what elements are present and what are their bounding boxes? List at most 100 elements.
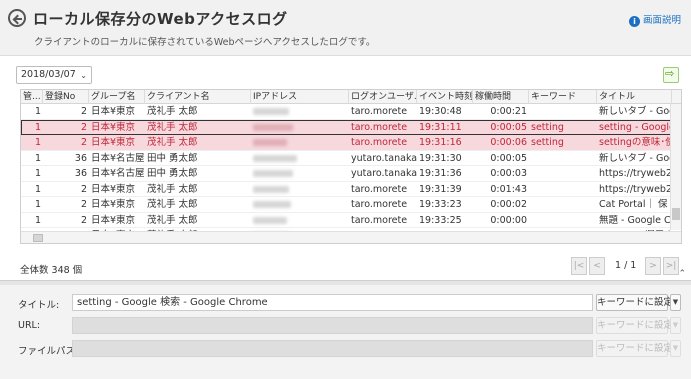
info-icon: i <box>628 16 640 27</box>
column-header[interactable]: 登録No <box>43 90 89 104</box>
table-cell-uptime: 0:01:43 <box>490 183 527 195</box>
table-cell-keyword: setting <box>531 121 564 133</box>
table-cell-user: taro.morete <box>351 137 408 148</box>
table-cell-time: 19:31:16 <box>419 137 462 148</box>
table-cell-kan: 1 <box>34 214 41 226</box>
table-header: 管... 登録No グループ名 クライアント名 IPアドレス ログオンユーザ..… <box>21 90 681 104</box>
blurred-ip <box>253 139 287 146</box>
table-cell-client: 田中 勇太郎 <box>147 168 198 179</box>
table-cell-uptime: 0:00:05 <box>490 152 527 164</box>
table-row[interactable]: 1 36 日本¥名古屋 田中 勇太郎 yutaro.tanaka 19:31:30 0:00… <box>21 151 681 166</box>
scrollbar-thumb[interactable] <box>33 234 43 242</box>
filepath-label: ファイルパス: <box>18 346 79 357</box>
column-header[interactable]: 管... <box>21 90 43 104</box>
url-field[interactable] <box>72 317 593 334</box>
table-cell-title: setting - Google <box>599 121 672 133</box>
table-row[interactable]: 1 2 日本¥東京 茂礼手 太郎 taro.morete 19:31:16 0:00:06 s… <box>21 135 681 151</box>
chevron-down-icon[interactable]: ▼ <box>670 294 681 311</box>
ip-address-masked <box>251 120 349 135</box>
first-page-icon[interactable]: |< <box>571 257 587 275</box>
table-cell-uptime: 0:00:02 <box>490 199 527 210</box>
table-cell-kan: 1 <box>34 183 41 195</box>
blurred-ip <box>253 108 289 115</box>
column-header[interactable]: イベント時刻 <box>417 90 473 104</box>
table-cell-title: settingの意味･使 <box>599 137 672 148</box>
title-label: タイトル: <box>18 300 60 311</box>
table-cell-uptime: 0:00:21 <box>490 106 527 117</box>
table-row[interactable]: 1 2 日本¥東京 茂礼手 太郎 taro.morete 19:31:39 0:01:43 h… <box>21 182 681 197</box>
table-cell-client: 茂礼手 太郎 <box>147 214 198 226</box>
chevron-down-icon: ⌄ <box>80 71 87 80</box>
column-header[interactable]: タイトル <box>597 90 672 104</box>
page-title: ローカル保存分のWebアクセスログ <box>33 10 288 28</box>
prev-page-icon[interactable]: < <box>589 257 605 275</box>
column-header[interactable]: ログオンユーザ... <box>349 90 417 104</box>
blurred-ip <box>253 123 293 131</box>
page-subtitle: クライアントのローカルに保存されているWebページへアクセスしたログです。 <box>34 37 376 48</box>
column-header[interactable]: キーワード <box>529 90 597 104</box>
table-cell-user: taro.morete <box>351 199 408 210</box>
back-arrow-icon[interactable] <box>8 9 26 27</box>
ip-address-masked <box>251 151 349 166</box>
table-cell-group: 日本¥東京 <box>91 121 136 133</box>
last-page-icon[interactable]: >| <box>663 257 679 275</box>
scrollbar-thumb[interactable] <box>672 208 680 220</box>
help-link[interactable]: i 画面説明 <box>628 12 681 27</box>
table-cell-group: 日本¥東京 <box>91 214 136 226</box>
table-cell-kan: 1 <box>34 168 41 179</box>
table-row[interactable]: 1 2 日本¥東京 茂礼手 太郎 taro.morete 19:33:23 0:00:02 C… <box>21 197 681 213</box>
page-info: 1 / 1 <box>615 260 637 271</box>
table-cell-client: 茂礼手 太郎 <box>147 121 198 133</box>
export-icon[interactable] <box>663 67 679 83</box>
table-cell-uptime: 0:00:05 <box>490 121 527 133</box>
url-label: URL: <box>18 320 41 331</box>
next-page-icon[interactable]: > <box>645 257 661 275</box>
ip-address-masked <box>251 135 349 150</box>
table-cell-user: taro.morete <box>351 106 408 117</box>
table-cell-title: Cat Portal｜ 保 <box>599 199 668 210</box>
set-keyword-button[interactable]: キーワードに設定 <box>596 294 673 311</box>
table-cell-uptime: 0:00:03 <box>490 168 527 179</box>
table-cell-kan: 1 <box>34 106 41 117</box>
table-cell-client: 田中 勇太郎 <box>147 152 198 164</box>
blurred-ip <box>253 185 289 193</box>
ip-address-masked <box>251 104 349 119</box>
table-cell-user: taro.morete <box>351 121 408 133</box>
help-label: 画面説明 <box>642 15 681 26</box>
table-cell-group: 日本¥東京 <box>91 183 136 195</box>
table-cell-no: 2 <box>80 199 87 210</box>
detail-pane: タイトル: setting - Google 検索 - Google Chrom… <box>0 285 691 379</box>
table-cell-client: 茂礼手 太郎 <box>147 199 198 210</box>
column-header[interactable]: IPアドレス <box>251 90 349 104</box>
table-cell-user: yutaro.tanaka <box>351 152 417 164</box>
table-cell-group: 日本¥名古屋 <box>91 168 145 179</box>
column-header[interactable]: グループ名 <box>89 90 145 104</box>
table-row[interactable]: 1 36 日本¥名古屋 田中 勇太郎 yutaro.tanaka 19:31:36 0:00… <box>21 166 681 182</box>
table-cell-time: 19:33:25 <box>419 214 462 226</box>
vertical-scrollbar[interactable] <box>670 104 681 230</box>
column-header[interactable]: クライアント名 <box>145 90 251 104</box>
table-cell-title: 無題 - Google Cl <box>599 214 672 226</box>
chevron-down-icon[interactable]: ▼ <box>670 317 681 334</box>
horizontal-scrollbar[interactable] <box>21 231 681 243</box>
table-row[interactable]: 1 2 日本¥東京 茂礼手 太郎 taro.morete 19:33:25 0:00:00 無… <box>21 213 681 228</box>
log-panel: 2018/03/07 ⌄ 管... 登録No グループ名 クライアント名 IPア… <box>0 56 691 280</box>
table-cell-keyword <box>529 166 597 181</box>
chevron-up-icon[interactable]: ⌃ <box>678 269 686 279</box>
table-row[interactable]: 1 2 日本¥東京 茂礼手 太郎 taro.morete 19:31:11 0:00:05 s… <box>21 119 681 135</box>
table-cell-title: https://tryweb2 <box>599 168 672 179</box>
set-keyword-button[interactable]: キーワードに設定 <box>596 340 673 357</box>
date-select[interactable]: 2018/03/07 ⌄ <box>16 66 92 84</box>
table-cell-no: 2 <box>80 214 87 226</box>
blurred-ip <box>253 201 291 208</box>
table-cell-group: 日本¥東京 <box>91 137 136 148</box>
column-header[interactable]: 稼働時間 <box>473 90 529 104</box>
filepath-field[interactable] <box>72 340 593 357</box>
table-cell-user: taro.morete <box>351 183 408 195</box>
date-value: 2018/03/07 <box>21 69 76 80</box>
title-field[interactable]: setting - Google 検索 - Google Chrome <box>72 294 593 311</box>
table-row[interactable]: 1 2 日本¥東京 茂礼手 太郎 taro.morete 19:30:48 0:00:21 新… <box>21 104 681 120</box>
set-keyword-button[interactable]: キーワードに設定 <box>596 317 673 334</box>
table-cell-title: 新しいタブ - Goog <box>599 106 672 117</box>
chevron-down-icon[interactable]: ▼ <box>670 340 681 357</box>
